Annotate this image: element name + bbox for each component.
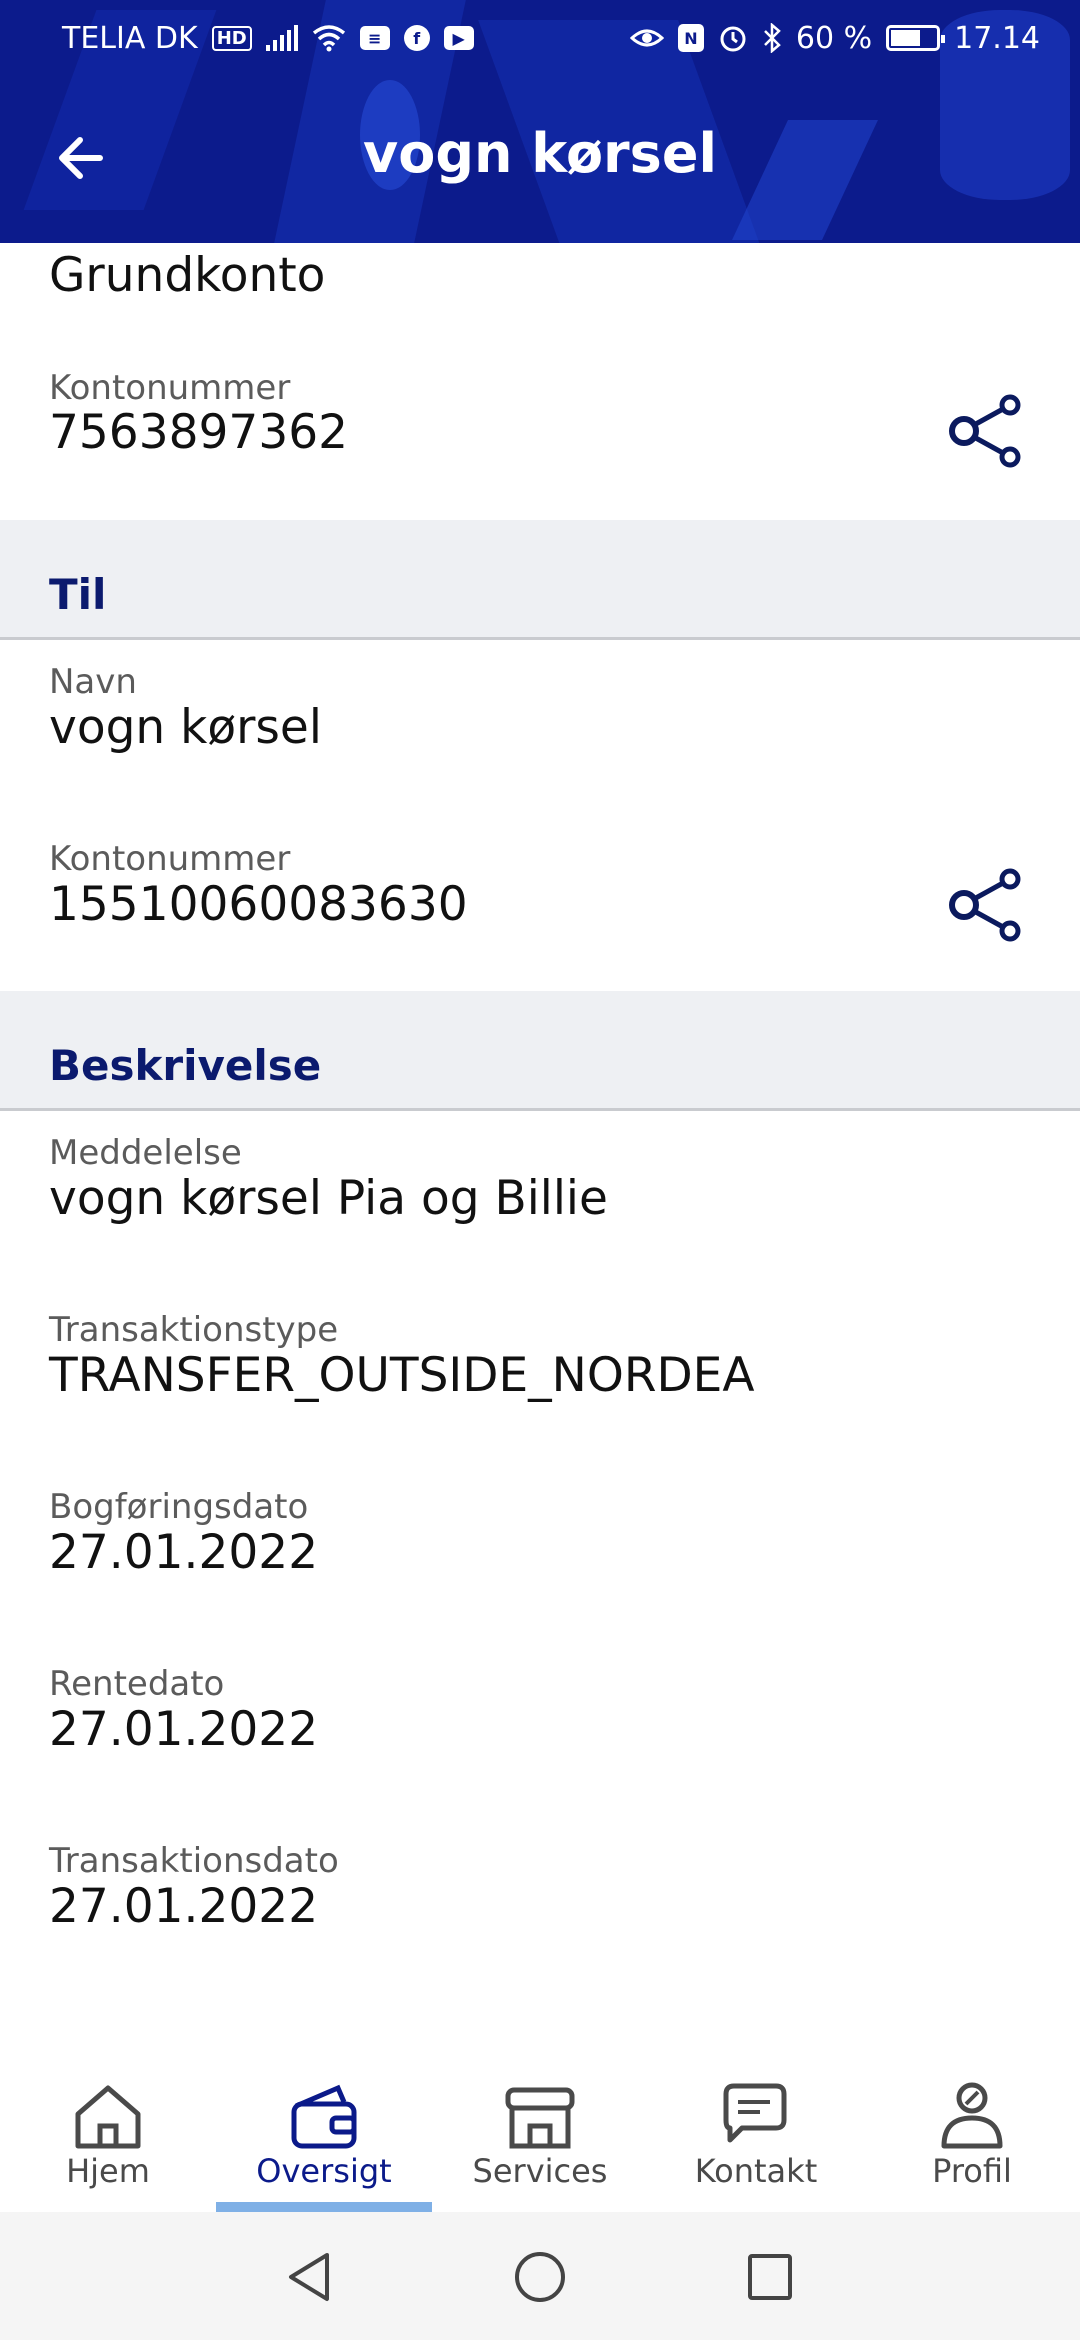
field-label: Bogføringsdato bbox=[49, 1487, 309, 1527]
from-account-name: Grundkonto bbox=[49, 248, 326, 303]
recipient-account-number: 15510060083630 bbox=[49, 877, 468, 932]
bluetooth-icon bbox=[764, 23, 781, 53]
detail-row: Rentedato 27.01.2022 bbox=[0, 1642, 1080, 1819]
nav-item-services[interactable]: Services bbox=[432, 2052, 648, 2212]
nav-label: Kontakt bbox=[694, 2152, 818, 2190]
nav-item-home[interactable]: Hjem bbox=[0, 2052, 216, 2212]
field-label: Kontonummer bbox=[49, 839, 291, 879]
section-header-to: Til bbox=[0, 520, 1080, 640]
detail-row: Transaktionsdato 27.01.2022 bbox=[0, 1819, 1080, 1996]
share-icon[interactable] bbox=[948, 393, 1024, 469]
bottom-navigation: Hjem Oversigt Services Kontakt Profil bbox=[0, 2052, 1080, 2212]
clock: 17.14 bbox=[954, 20, 1040, 56]
alarm-icon bbox=[720, 26, 746, 52]
section-title: Beskrivelse bbox=[49, 1041, 322, 1090]
message-value: vogn kørsel Pia og Billie bbox=[49, 1171, 608, 1226]
system-home-icon[interactable] bbox=[513, 2250, 567, 2304]
facebook-icon: f bbox=[403, 25, 430, 51]
nav-item-profile[interactable]: Profil bbox=[864, 2052, 1080, 2212]
nav-item-contact[interactable]: Kontakt bbox=[648, 2052, 864, 2212]
eye-icon bbox=[629, 29, 664, 47]
battery-icon bbox=[886, 25, 946, 51]
chat-icon bbox=[723, 2083, 787, 2143]
nfc-icon: N bbox=[677, 24, 704, 52]
active-tab-indicator bbox=[216, 2202, 432, 2212]
wifi-icon bbox=[312, 25, 345, 52]
share-icon[interactable] bbox=[948, 867, 1024, 943]
recipient-account-row: Kontonummer 15510060083630 bbox=[0, 817, 1080, 991]
hd-badge: HD bbox=[211, 25, 252, 51]
from-account-number: 7563897362 bbox=[49, 405, 349, 460]
nav-label: Hjem bbox=[66, 2152, 150, 2190]
detail-row: Bogføringsdato 27.01.2022 bbox=[0, 1465, 1080, 1642]
field-label: Transaktionstype bbox=[49, 1310, 339, 1350]
transaction-date-value: 27.01.2022 bbox=[49, 1879, 319, 1934]
field-label: Transaktionsdato bbox=[49, 1841, 339, 1881]
page-title: vogn kørsel bbox=[363, 122, 717, 185]
transaction-details: Grundkonto Kontonummer 7563897362 Til Na… bbox=[0, 243, 1080, 1996]
field-label: Kontonummer bbox=[49, 368, 291, 408]
field-label: Navn bbox=[49, 662, 137, 702]
carrier-label: TELIA DK bbox=[62, 20, 198, 56]
nav-label: Services bbox=[472, 2152, 608, 2190]
section-header-description: Beskrivelse bbox=[0, 991, 1080, 1111]
system-back-icon[interactable] bbox=[285, 2250, 335, 2304]
from-account-name-row: Grundkonto bbox=[0, 243, 1080, 363]
from-account-number-row: Kontonummer 7563897362 bbox=[0, 363, 1080, 520]
status-bar: TELIA DK HD ≡ f ▶ N 60 % 17.14 bbox=[0, 0, 1080, 76]
nav-label: Profil bbox=[932, 2152, 1012, 2190]
detail-row: Meddelelse vogn kørsel Pia og Billie bbox=[0, 1111, 1080, 1288]
shop-icon bbox=[505, 2087, 575, 2149]
recipient-name: vogn kørsel bbox=[49, 700, 322, 755]
system-navigation-bar bbox=[0, 2212, 1080, 2340]
youtube-icon: ▶ bbox=[443, 26, 474, 50]
field-label: Rentedato bbox=[49, 1664, 225, 1704]
booking-date-value: 27.01.2022 bbox=[49, 1525, 319, 1580]
system-recents-icon[interactable] bbox=[745, 2250, 795, 2304]
wallet-icon bbox=[291, 2084, 357, 2149]
app-header: TELIA DK HD ≡ f ▶ N 60 % 17.14 vogn kørs… bbox=[0, 0, 1080, 243]
interest-date-value: 27.01.2022 bbox=[49, 1702, 319, 1757]
transaction-type-value: TRANSFER_OUTSIDE_NORDEA bbox=[49, 1348, 755, 1403]
message-icon: ≡ bbox=[359, 26, 390, 50]
nav-item-overview[interactable]: Oversigt bbox=[216, 2052, 432, 2212]
detail-row: Transaktionstype TRANSFER_OUTSIDE_NORDEA bbox=[0, 1288, 1080, 1465]
signal-icon bbox=[265, 25, 298, 51]
nav-label: Oversigt bbox=[256, 2152, 392, 2190]
profile-icon bbox=[941, 2082, 1003, 2149]
field-label: Meddelelse bbox=[49, 1133, 242, 1173]
section-title: Til bbox=[49, 570, 107, 619]
recipient-name-row: Navn vogn kørsel bbox=[0, 640, 1080, 817]
home-icon bbox=[75, 2085, 141, 2149]
battery-percentage: 60 % bbox=[795, 20, 873, 56]
